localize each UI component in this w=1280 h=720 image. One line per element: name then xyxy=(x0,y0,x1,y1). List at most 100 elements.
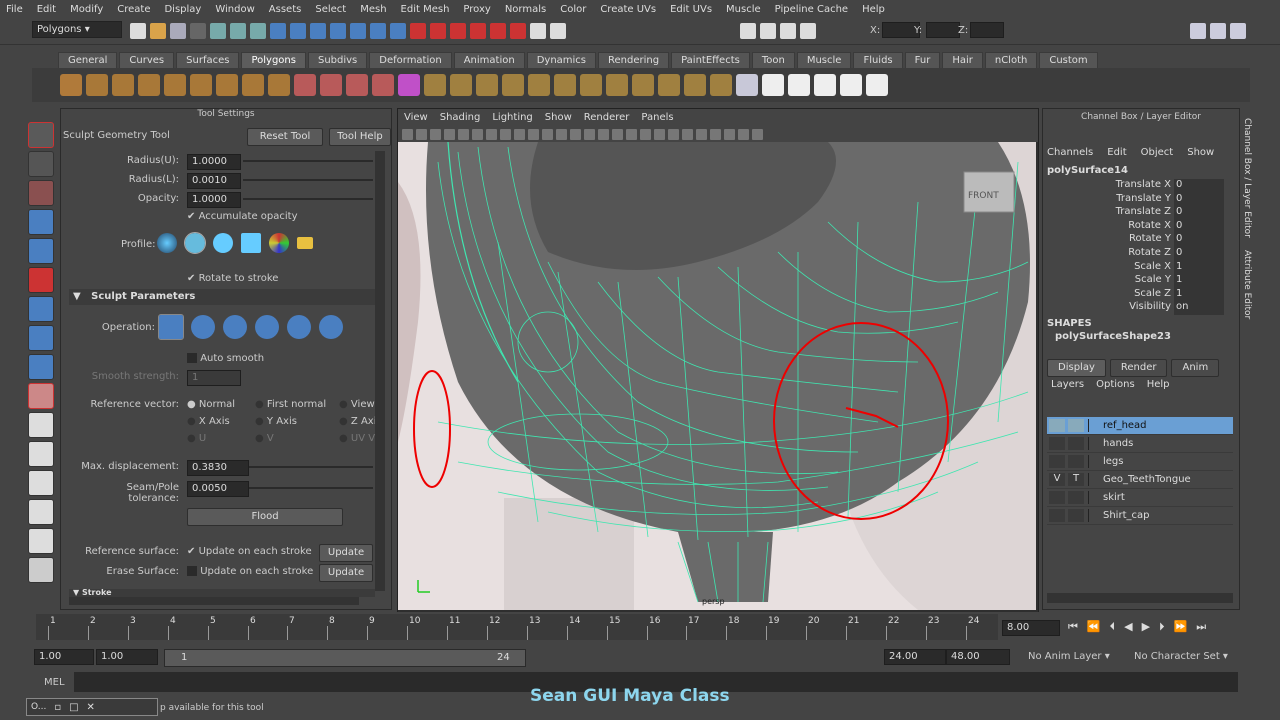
erase-update-button[interactable]: Update xyxy=(319,564,373,582)
scale-tool-icon[interactable] xyxy=(28,267,54,293)
view-cube-icon[interactable] xyxy=(738,128,749,140)
start-time-field[interactable]: 1.00 xyxy=(34,649,94,665)
toggle-channel-box-icon[interactable] xyxy=(1230,23,1246,39)
uv-automatic-icon[interactable] xyxy=(840,74,862,96)
select-component-icon[interactable] xyxy=(250,23,266,39)
seam-tolerance-field[interactable]: 0.0050 xyxy=(187,481,249,497)
character-set-dropdown[interactable]: No Character Set ▾ xyxy=(1134,651,1228,662)
layer-tab-render[interactable]: Render xyxy=(1109,359,1168,377)
brush-icon[interactable] xyxy=(28,557,54,583)
close-icon[interactable]: ✕ xyxy=(87,702,95,713)
rv-normal-radio[interactable]: ● Normal xyxy=(187,399,235,410)
layer-visibility[interactable] xyxy=(1049,491,1065,504)
uv-spherical-icon[interactable] xyxy=(814,74,836,96)
rv-v-radio[interactable]: ● V xyxy=(255,433,274,444)
select-tool-icon[interactable] xyxy=(28,122,54,148)
insert-loop-icon[interactable] xyxy=(528,74,550,96)
layer-visibility[interactable] xyxy=(1049,437,1065,450)
ref-update-checkbox[interactable]: ✔ Update on each stroke xyxy=(187,546,312,557)
end-time-field[interactable]: 48.00 xyxy=(946,649,1010,665)
split-icon[interactable] xyxy=(502,74,524,96)
field-chart-icon[interactable] xyxy=(514,128,525,140)
shadows-icon[interactable] xyxy=(612,128,623,140)
channel-value[interactable]: 0 xyxy=(1174,233,1224,247)
resolution-gate-icon[interactable] xyxy=(486,128,497,140)
menu-create[interactable]: Create xyxy=(111,4,158,15)
poly-soccer-icon[interactable] xyxy=(268,74,290,96)
step-back-key-icon[interactable]: ⏪ xyxy=(1087,620,1101,634)
shelf-tab-ncloth[interactable]: nCloth xyxy=(984,52,1038,68)
viewport-menu-shading[interactable]: Shading xyxy=(434,112,487,123)
erase-update-checkbox[interactable]: Update on each stroke xyxy=(187,566,313,577)
layer-color-icon[interactable] xyxy=(1088,491,1099,504)
auto-smooth-checkbox[interactable]: Auto smooth xyxy=(187,353,264,364)
xray-joints-icon[interactable] xyxy=(640,128,651,140)
op-pinch-icon[interactable] xyxy=(287,315,311,339)
step-forward-frame-icon[interactable]: ⏵ xyxy=(1159,620,1165,634)
wireframe-on-shaded-icon[interactable] xyxy=(570,128,581,140)
menu-set-dropdown[interactable]: Polygons ▾ xyxy=(32,21,122,38)
flood-button[interactable]: Flood xyxy=(187,508,343,526)
shelf-tab-subdivs[interactable]: Subdivs xyxy=(307,52,368,68)
channel-menu-channels[interactable]: Channels xyxy=(1047,147,1093,158)
channel-row[interactable]: Scale X1 xyxy=(1043,260,1224,275)
menu-select[interactable]: Select xyxy=(309,4,354,15)
snap-plane-icon[interactable] xyxy=(330,23,346,39)
time-slider[interactable]: 1 2 3 4 5 6 7 8 9 10 11 12 13 14 15 16 17 18 19 20 21 22 23 24 … xyxy=(0,612,1280,644)
show-manip-icon[interactable] xyxy=(28,354,54,380)
rotate-stroke-checkbox[interactable]: ✔ Rotate to stroke xyxy=(187,273,278,284)
select-object-icon[interactable] xyxy=(230,23,246,39)
layer-visibility[interactable] xyxy=(1049,509,1065,522)
sculpt-parameters-section[interactable]: ▼ Sculpt Parameters xyxy=(69,289,375,305)
sculpt-tool-icon[interactable] xyxy=(28,383,54,409)
op-smooth-icon[interactable] xyxy=(223,315,247,339)
poly-cylinder-icon[interactable] xyxy=(112,74,134,96)
lights-icon[interactable] xyxy=(598,128,609,140)
layer-type[interactable] xyxy=(1068,419,1084,432)
soften-edge-icon[interactable] xyxy=(736,74,758,96)
camera-attr-icon[interactable] xyxy=(416,128,427,140)
y-field[interactable] xyxy=(926,22,960,38)
op-erase-icon[interactable] xyxy=(319,315,343,339)
film-gate-icon[interactable] xyxy=(472,128,483,140)
layer-type[interactable] xyxy=(1068,455,1084,468)
snap-grid-icon[interactable] xyxy=(270,23,286,39)
layer-scrollbar[interactable] xyxy=(1047,593,1233,603)
seam-tolerance-slider[interactable] xyxy=(249,487,373,489)
boolean-icon[interactable] xyxy=(372,74,394,96)
combine-icon[interactable] xyxy=(294,74,316,96)
highlight-icon[interactable] xyxy=(780,23,796,39)
poly-pyramid-icon[interactable] xyxy=(216,74,238,96)
menu-modify[interactable]: Modify xyxy=(64,4,111,15)
poly-cone-icon[interactable] xyxy=(138,74,160,96)
lasso-tool-icon[interactable] xyxy=(28,151,54,177)
channel-row[interactable]: Visibility on xyxy=(1043,301,1224,315)
menu-normals[interactable]: Normals xyxy=(499,4,554,15)
fill-hole-icon[interactable] xyxy=(684,74,706,96)
layer-tab-anim[interactable]: Anim xyxy=(1171,359,1220,377)
layer-visibility[interactable] xyxy=(1049,419,1065,432)
safe-action-icon[interactable] xyxy=(528,128,539,140)
step-back-frame-icon[interactable]: ⏴ xyxy=(1110,620,1116,634)
all-lights-icon[interactable] xyxy=(682,128,693,140)
menu-color[interactable]: Color xyxy=(554,4,594,15)
camera-select-icon[interactable] xyxy=(402,128,413,140)
profile-solid-icon[interactable] xyxy=(213,233,233,253)
radius-u-slider[interactable] xyxy=(243,160,373,162)
channel-row[interactable]: Translate X0 xyxy=(1043,179,1224,193)
ipr-render-icon[interactable] xyxy=(430,23,446,39)
shelf-tab-deformation[interactable]: Deformation xyxy=(369,52,452,68)
bridge-icon[interactable] xyxy=(450,74,472,96)
layer-color-icon[interactable] xyxy=(1088,419,1099,432)
separate-icon[interactable] xyxy=(320,74,342,96)
channel-value[interactable]: 0 xyxy=(1174,179,1224,193)
range-start-field[interactable]: 1.00 xyxy=(96,649,158,665)
select-hierarchy-icon[interactable] xyxy=(210,23,226,39)
play-forward-icon[interactable]: ▶ xyxy=(1142,620,1150,634)
append-icon[interactable] xyxy=(476,74,498,96)
toggle-tool-settings-icon[interactable] xyxy=(1210,23,1226,39)
layer-row[interactable]: ref_head xyxy=(1047,417,1233,435)
make-live-icon[interactable] xyxy=(350,23,366,39)
layer-row[interactable]: Shirt_cap xyxy=(1047,507,1233,525)
rv-y-radio[interactable]: ● Y Axis xyxy=(255,416,297,427)
